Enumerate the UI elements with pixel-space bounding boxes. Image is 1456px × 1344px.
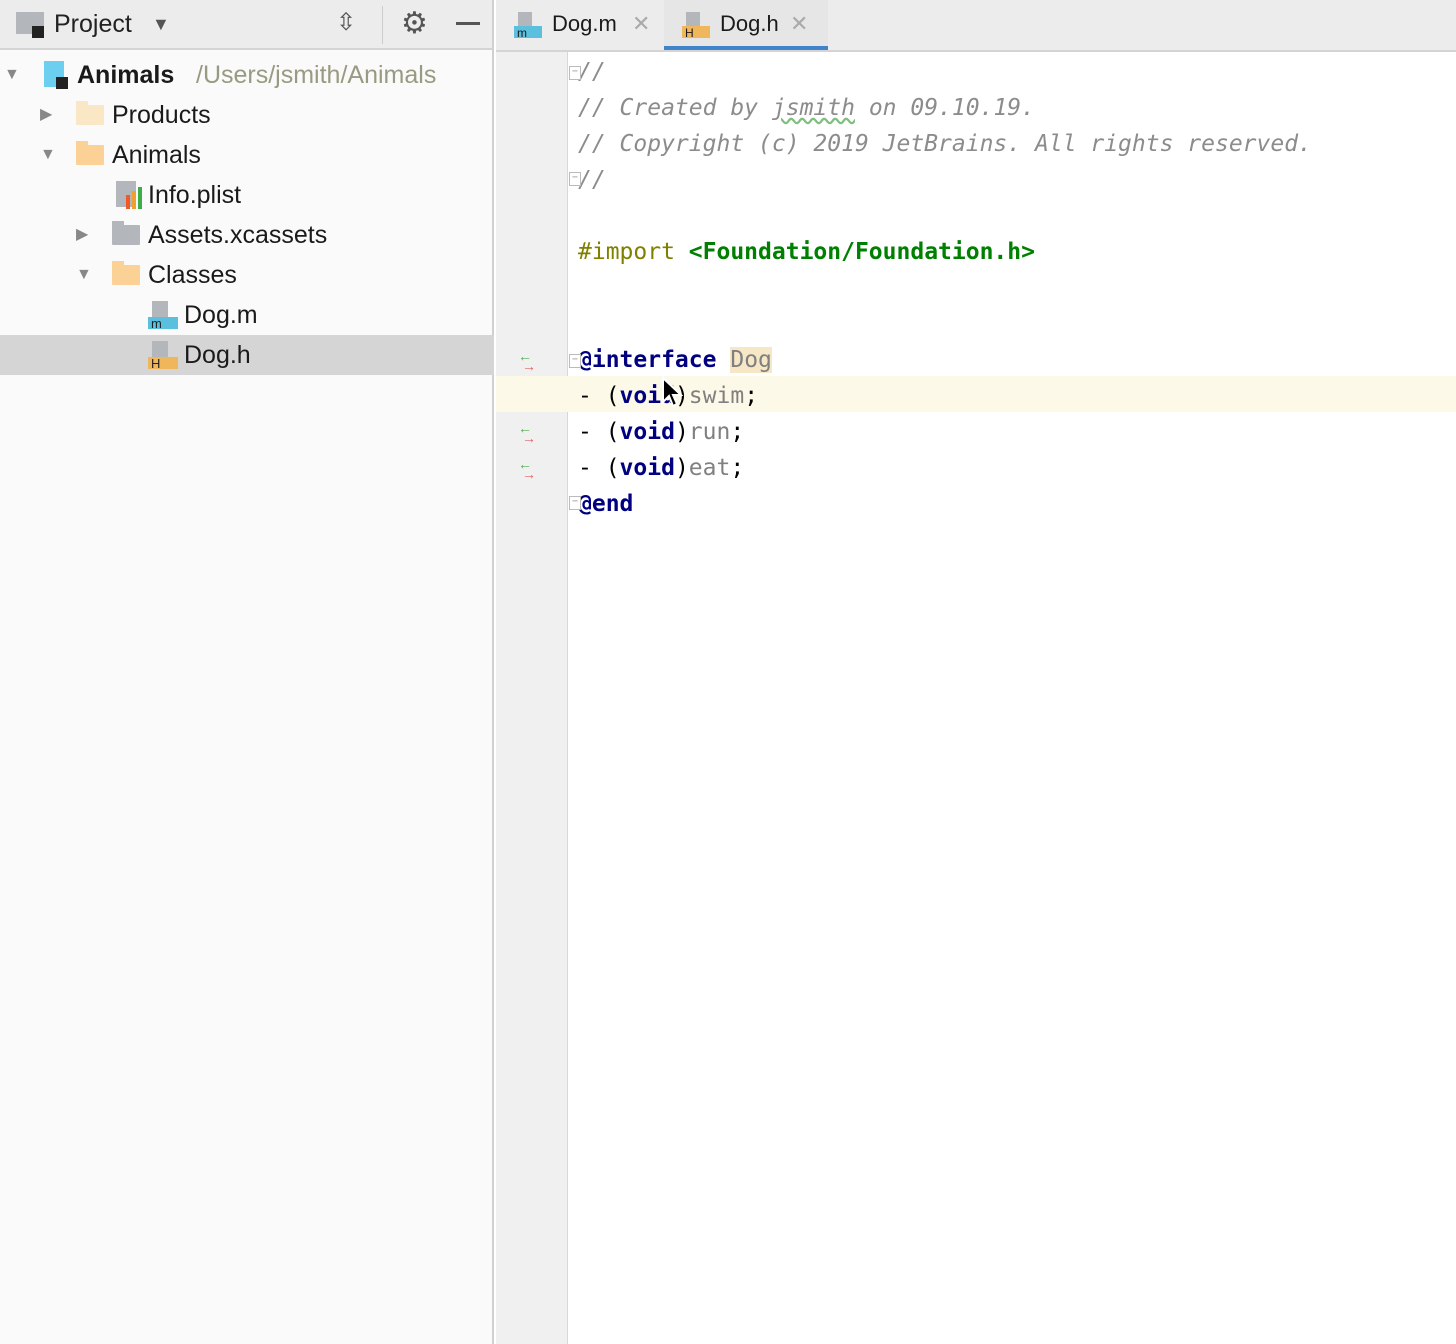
expanded-arrow-icon[interactable]: ▼ xyxy=(4,55,20,95)
code-line: −// xyxy=(578,54,606,90)
folder-icon xyxy=(112,265,140,285)
related-symbol-icon[interactable]: ←→ xyxy=(518,348,540,368)
project-path: /Users/jsmith/Animals xyxy=(196,55,436,95)
close-icon[interactable]: ✕ xyxy=(632,0,650,48)
tree-item-label: Dog.m xyxy=(184,295,258,335)
tree-item-project-root[interactable]: ▼ Animals /Users/jsmith/Animals xyxy=(0,55,494,95)
minimize-icon[interactable] xyxy=(456,22,480,25)
code-editor[interactable]: −// // Created by jsmith on 09.10.19. //… xyxy=(569,52,1456,1344)
header-file-icon: H xyxy=(682,12,710,38)
tab-dog-m[interactable]: m Dog.m ✕ xyxy=(496,0,664,50)
expanded-arrow-icon[interactable]: ▼ xyxy=(76,255,92,295)
tree-item-label: Info.plist xyxy=(148,175,241,215)
fold-icon[interactable]: − xyxy=(569,496,581,510)
tree-item-label: Assets.xcassets xyxy=(148,215,327,255)
header-file-icon: H xyxy=(148,341,178,369)
project-icon xyxy=(44,61,64,87)
folder-icon xyxy=(76,145,104,165)
project-folder-icon xyxy=(16,12,44,34)
tree-item-label: Animals xyxy=(112,135,201,175)
code-line: // Copyright (c) 2019 JetBrains. All rig… xyxy=(578,126,1312,162)
tree-item-label: Products xyxy=(112,95,211,135)
close-icon[interactable]: ✕ xyxy=(790,0,808,48)
mouse-cursor-icon xyxy=(661,376,683,410)
collapsed-arrow-icon[interactable]: ▶ xyxy=(76,215,88,255)
code-line: - (void)eat; xyxy=(578,450,744,486)
tab-dog-h[interactable]: H Dog.h ✕ xyxy=(664,0,828,50)
related-symbol-icon[interactable]: ←→ xyxy=(518,456,540,476)
code-line: #import <Foundation/Foundation.h> xyxy=(578,234,1035,270)
editor-gutter: ←→ ←→ ←→ ←→ xyxy=(496,52,568,1344)
project-panel: Project ▼ ⇳ ⚙ ▼ Animals /Users/jsmith/An… xyxy=(0,0,494,1344)
code-line: −@interface Dog xyxy=(578,342,772,378)
folder-icon xyxy=(76,105,104,125)
tree-item-products[interactable]: ▶ Products xyxy=(0,95,494,135)
code-line: −@end xyxy=(578,486,633,522)
fold-icon[interactable]: − xyxy=(569,354,581,368)
collapsed-arrow-icon[interactable]: ▶ xyxy=(40,95,52,135)
gear-icon[interactable]: ⚙ xyxy=(401,6,428,41)
plist-icon xyxy=(116,181,136,207)
expanded-arrow-icon[interactable]: ▼ xyxy=(40,135,56,175)
tree-item-dog-h[interactable]: H Dog.h xyxy=(0,335,494,375)
fold-icon[interactable]: − xyxy=(569,172,581,186)
tree-item-animals[interactable]: ▼ Animals xyxy=(0,135,494,175)
tab-label: Dog.m xyxy=(552,0,617,48)
chevron-down-icon[interactable]: ▼ xyxy=(152,14,170,35)
tree-item-assets[interactable]: ▶ Assets.xcassets xyxy=(0,215,494,255)
tree-item-dog-m[interactable]: m Dog.m xyxy=(0,295,494,335)
tree-item-classes[interactable]: ▼ Classes xyxy=(0,255,494,295)
project-view-selector[interactable]: Project xyxy=(54,10,132,39)
tree-item-label: Animals xyxy=(77,55,174,95)
objc-source-file-icon: m xyxy=(514,12,542,38)
tree-item-info-plist[interactable]: Info.plist xyxy=(0,175,494,215)
collapse-all-icon[interactable]: ⇳ xyxy=(336,8,356,37)
divider xyxy=(382,6,383,44)
tree-item-label: Classes xyxy=(148,255,237,295)
tab-label: Dog.h xyxy=(720,0,779,48)
tree-item-label: Dog.h xyxy=(184,335,251,375)
related-symbol-icon[interactable]: ←→ xyxy=(518,420,540,440)
project-panel-header: Project ▼ ⇳ ⚙ xyxy=(0,0,492,50)
editor-tabs: m Dog.m ✕ H Dog.h ✕ xyxy=(496,0,1456,52)
code-line: // Created by jsmith on 09.10.19. xyxy=(578,90,1035,126)
asset-catalog-icon xyxy=(112,225,140,245)
code-line: - (void)run; xyxy=(578,414,744,450)
fold-icon[interactable]: − xyxy=(569,66,581,80)
objc-source-file-icon: m xyxy=(148,301,178,329)
code-line: −// xyxy=(578,162,606,198)
